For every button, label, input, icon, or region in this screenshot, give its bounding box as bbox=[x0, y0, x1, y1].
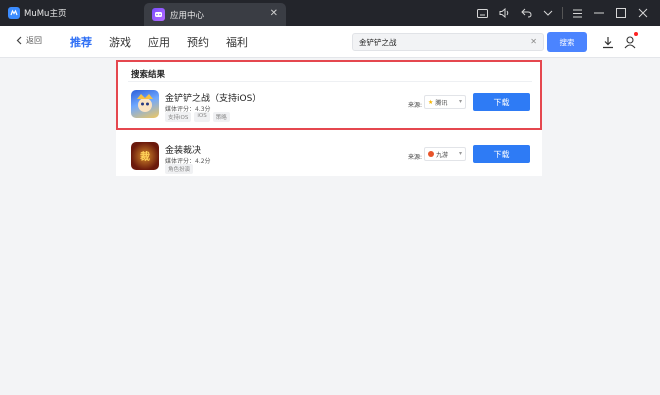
chevron-down-icon: ▾ bbox=[458, 150, 462, 157]
source-logo-icon bbox=[428, 151, 434, 157]
tab-app-center[interactable]: 应用中心 ✕ bbox=[144, 3, 286, 26]
tag-list: 角色扮演 bbox=[165, 164, 194, 174]
menu-icon[interactable] bbox=[566, 4, 588, 22]
source-value: 九游 bbox=[436, 151, 449, 159]
list-item[interactable]: 裁 金装裁决 媒体评分：4.2分 角色扮演 来源: 九游 ▾ 下载 bbox=[131, 142, 531, 178]
item-name[interactable]: 金装裁决 bbox=[165, 143, 201, 156]
tab-recommend[interactable]: 推荐 bbox=[70, 34, 92, 50]
tab-games[interactable]: 游戏 bbox=[109, 34, 131, 50]
window-controls bbox=[471, 4, 654, 22]
clear-search-icon[interactable]: ✕ bbox=[530, 37, 537, 46]
source-label: 来源: bbox=[408, 154, 423, 161]
chevron-left-icon bbox=[16, 36, 22, 45]
chevron-down-icon[interactable] bbox=[537, 4, 559, 22]
download-manager-icon[interactable] bbox=[602, 34, 614, 53]
app-center-icon bbox=[152, 8, 165, 21]
notification-dot bbox=[634, 32, 638, 36]
user-icon[interactable] bbox=[624, 34, 636, 53]
maximize-icon[interactable] bbox=[610, 4, 632, 22]
title-bar: MuMu主页 应用中心 ✕ bbox=[0, 0, 660, 26]
minimize-icon[interactable] bbox=[588, 4, 610, 22]
back-label: 返回 bbox=[26, 36, 42, 45]
tab-mumu-home[interactable]: MuMu主页 bbox=[8, 7, 66, 19]
undo-icon[interactable] bbox=[515, 4, 537, 22]
tab-app-center-label: 应用中心 bbox=[170, 10, 205, 21]
tab-mumu-home-label: MuMu主页 bbox=[24, 9, 67, 19]
close-window-icon[interactable] bbox=[632, 4, 654, 22]
close-tab-icon[interactable]: ✕ bbox=[270, 8, 278, 19]
tab-welfare[interactable]: 福利 bbox=[226, 34, 248, 50]
nav-bar: 返回 推荐 游戏 应用 预约 福利 金铲铲之战 ✕ 搜索 bbox=[0, 26, 660, 58]
tag: 角色扮演 bbox=[165, 164, 194, 174]
mumu-logo-icon bbox=[8, 7, 20, 19]
search-input[interactable]: 金铲铲之战 ✕ bbox=[352, 33, 544, 51]
tab-reservation[interactable]: 预约 bbox=[187, 34, 209, 50]
search-button[interactable]: 搜索 bbox=[547, 32, 587, 52]
svg-text:裁: 裁 bbox=[140, 150, 150, 163]
search-input-value: 金铲铲之战 bbox=[359, 38, 397, 47]
source-select[interactable]: 九游 ▾ bbox=[424, 147, 466, 161]
volume-icon[interactable] bbox=[493, 4, 515, 22]
highlight-box bbox=[116, 60, 542, 130]
tab-apps[interactable]: 应用 bbox=[148, 34, 170, 50]
game-icon-jinzhuang[interactable]: 裁 bbox=[131, 142, 159, 170]
divider bbox=[562, 7, 563, 19]
download-button[interactable]: 下载 bbox=[473, 145, 530, 163]
keyboard-icon[interactable] bbox=[471, 4, 493, 22]
back-button[interactable]: 返回 bbox=[16, 35, 42, 46]
nav-tabs: 推荐 游戏 应用 预约 福利 bbox=[70, 34, 248, 50]
